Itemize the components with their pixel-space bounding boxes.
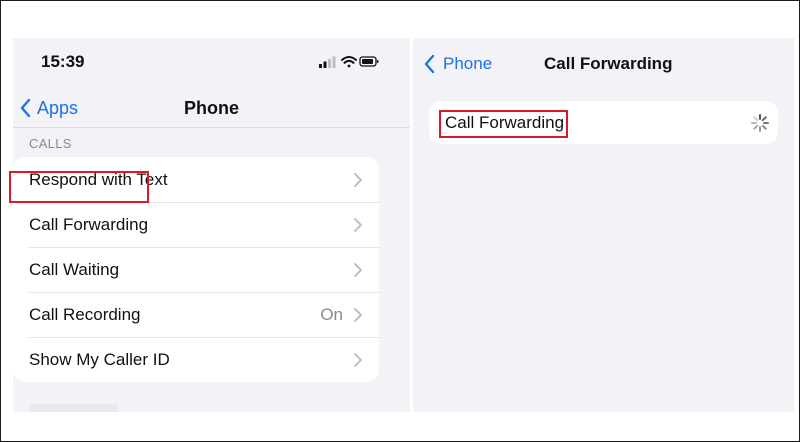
next-section-header: [29, 404, 119, 412]
row-label: Call Recording: [29, 304, 141, 324]
chevron-right-icon: [354, 218, 362, 232]
call-forwarding-highlight: [439, 110, 568, 138]
back-button[interactable]: Phone: [423, 52, 492, 76]
chevron-right-icon: [354, 308, 362, 322]
call-forwarding-screen: Phone Call Forwarding Call Forwarding: [413, 38, 794, 412]
chevron-left-icon: [424, 54, 435, 74]
status-time: 15:39: [41, 52, 85, 71]
row-label: Call Forwarding: [29, 214, 149, 234]
chevron-right-icon: [354, 353, 362, 367]
loading-spinner-icon: [751, 114, 769, 132]
call-forwarding-highlight: [9, 171, 149, 203]
section-header: CALLS: [29, 136, 72, 151]
cellular-signal-icon: [319, 56, 336, 68]
show-my-caller-id-row[interactable]: Show My Caller ID: [13, 337, 379, 382]
call-recording-value: On: [320, 304, 343, 324]
back-label: Phone: [443, 54, 493, 73]
chevron-right-icon: [354, 263, 362, 277]
battery-icon: [359, 56, 379, 67]
row-label: Call Waiting: [29, 259, 120, 279]
page-title: Call Forwarding: [544, 54, 673, 73]
status-icons: [319, 56, 379, 68]
page-title: Phone: [183, 98, 239, 118]
chevron-right-icon: [354, 173, 362, 187]
call-recording-row[interactable]: Call Recording On: [13, 292, 379, 337]
phone-settings-screen: 15:39 Apps Phone CALLS Respond with Text: [13, 38, 410, 412]
wifi-icon: [341, 56, 357, 68]
call-forwarding-row[interactable]: Call Forwarding: [13, 202, 379, 247]
row-label: Show My Caller ID: [29, 349, 170, 369]
call-waiting-row[interactable]: Call Waiting: [13, 247, 379, 292]
header-divider: [13, 127, 410, 128]
